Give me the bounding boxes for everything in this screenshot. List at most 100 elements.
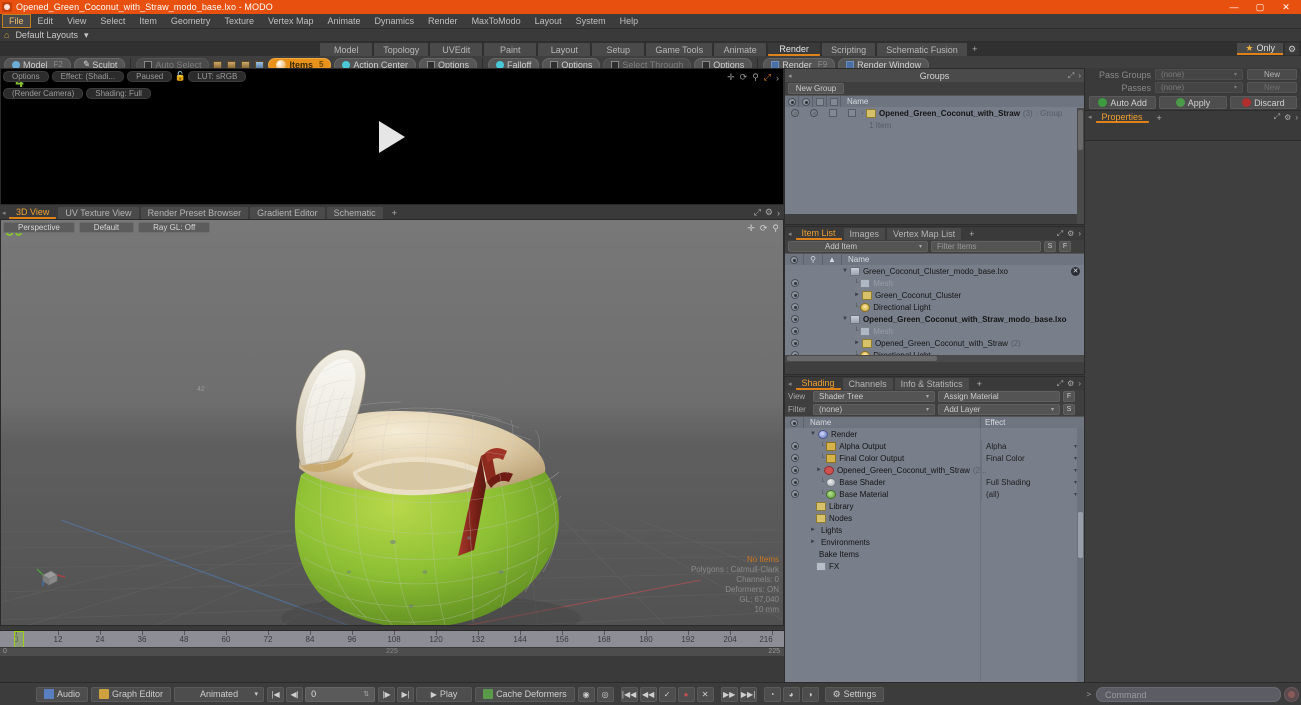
tab-vertex-map-list[interactable]: Vertex Map List [887,228,962,240]
home-icon[interactable]: ⌂ [4,30,9,40]
tab-animate[interactable]: Animate [714,43,767,56]
list-item[interactable]: └ Directional Light [785,301,1084,313]
key-mode-button[interactable]: ◕ [782,686,800,702]
list-item[interactable]: └ Mesh [785,325,1084,337]
ik-toggle-button[interactable]: ◉ [577,686,595,702]
eye-icon[interactable] [785,253,804,266]
tab-schematic-fusion[interactable]: Schematic Fusion [877,43,967,56]
shading-s-button[interactable]: S [1063,404,1075,415]
tab-properties[interactable]: Properties [1095,112,1149,123]
chevron-down-icon[interactable]: ▾ [1051,406,1054,413]
fk-toggle-button[interactable]: ◎ [596,686,614,702]
shader-row[interactable]: └ Alpha Output Alpha ▾ [785,440,1084,452]
create-key-button[interactable]: ✓ [658,686,676,702]
auto-add-button[interactable]: Auto Add [1089,96,1157,109]
effect-cell[interactable]: (all) ▾ [981,488,1080,500]
row-eye-toggle[interactable] [785,440,804,452]
expand-icon[interactable]: ⤢ [754,207,761,218]
preview-options-button[interactable]: Options [3,71,49,82]
expand-icon[interactable]: ⤢ [1057,379,1063,389]
row-select-toggle[interactable] [842,107,861,119]
groups-list-body[interactable]: ↓ Opened_Green_Coconut_with_Straw (3) : … [785,107,1084,214]
add-tab-button[interactable]: + [1151,112,1168,123]
render-preview-viewport[interactable]: 4 Options Effect: (Shadi... Paused 🔓 LUT… [0,68,784,205]
move-icon[interactable]: ✛ [747,223,755,234]
tab-shading[interactable]: Shading [795,378,841,390]
refresh-icon[interactable]: ⟳ [760,223,768,234]
shading-list-body[interactable]: ▼ Render └ Alpha Output Alpha ▾ └ Final … [785,428,1084,694]
key-filter-button[interactable]: ◑ [801,686,819,702]
refresh-icon[interactable]: ⟳ [740,72,748,83]
tab-item-list[interactable]: Item List [795,228,842,240]
render-icon[interactable] [799,95,813,108]
tab-layout[interactable]: Layout [538,43,591,56]
menu-item-render[interactable]: Render [421,14,465,28]
tab-channels[interactable]: Channels [842,378,893,390]
menu-item-texture[interactable]: Texture [217,14,261,28]
settings-button[interactable]: ⚙ Settings [824,686,885,702]
groups-scrollbar-vertical[interactable] [1077,108,1084,224]
chevron-down-icon[interactable]: ▾ [926,393,929,400]
assign-material-button[interactable]: Assign Material [938,391,1060,402]
chevron-down-icon[interactable]: ▾ [1234,84,1237,91]
expand-icon[interactable]: ⤢ [1274,112,1280,122]
eye-icon[interactable] [785,416,804,429]
pass-groups-select[interactable]: (none) ▾ [1155,69,1243,80]
menu-item-help[interactable]: Help [613,14,646,28]
preview-lut-button[interactable]: LUT: sRGB [188,71,247,82]
tab-paint[interactable]: Paint [484,43,537,56]
tab-render[interactable]: Render [768,43,821,56]
row-eye-toggle[interactable] [785,476,804,488]
viewport-tab-3d-view[interactable]: 3D View [9,207,57,219]
step-forward-button[interactable]: |▶ [378,686,396,702]
tab-setup[interactable]: Setup [592,43,645,56]
table-row[interactable]: ↓ Opened_Green_Coconut_with_Straw (3) : … [785,107,1084,119]
menu-item-dynamics[interactable]: Dynamics [368,14,422,28]
eye-icon[interactable] [785,95,799,108]
chevron-down-icon[interactable]: ▾ [919,243,922,250]
collapse-icon[interactable]: ◂ [785,227,795,240]
expand-icon[interactable]: ⤢ [764,72,771,83]
collapse-icon[interactable]: ◂ [1085,111,1095,123]
viewport-raygl-button[interactable]: Ray GL: Off [138,222,211,233]
shader-row[interactable]: Nodes [785,512,1084,524]
item-list-body[interactable]: ▼ Green_Coconut_Cluster_modo_base.lxo ✕ … [785,265,1084,362]
disclosure-icon[interactable]: ► [816,467,822,473]
shader-row[interactable]: ► Environments [785,536,1084,548]
animated-select[interactable]: Animated ▾ [174,686,265,702]
list-item[interactable]: ▼ Opened_Green_Coconut_with_Straw_modo_b… [785,313,1084,325]
frame-field[interactable]: 0 ⇅ [305,686,376,702]
chevron-down-icon[interactable]: ▾ [926,406,929,413]
list-item[interactable]: ► Green_Coconut_Cluster [785,289,1084,301]
viewport-add-tab-button[interactable]: + [385,207,404,219]
item-list-scrollbar-horizontal[interactable] [785,355,1084,362]
viewport-tab-gradient-editor[interactable]: Gradient Editor [250,207,325,219]
effect-cell[interactable]: Alpha ▾ [981,440,1080,452]
chevron-right-icon[interactable]: › [1295,113,1298,122]
new-pass-button[interactable]: New [1247,82,1297,93]
gear-icon[interactable]: ⚙ [1285,43,1299,55]
row-eye-toggle[interactable] [785,452,804,464]
chevron-right-icon[interactable]: › [1078,379,1081,388]
chevron-right-icon[interactable]: › [1078,71,1081,81]
play-button[interactable]: ▶ Play [416,686,473,702]
row-render-toggle[interactable] [804,107,823,119]
prev-key-button[interactable]: |◀◀ [620,686,638,702]
close-icon[interactable]: ✕ [1071,266,1080,276]
effect-cell[interactable]: ▾ [981,464,1080,476]
preview-paused-button[interactable]: Paused [127,71,173,82]
menu-item-select[interactable]: Select [93,14,132,28]
viewport-shading-preset-button[interactable]: Default [78,222,135,233]
tab-uvedit[interactable]: UVEdit [430,43,483,56]
close-button[interactable]: ✕ [1273,0,1299,14]
tab-images[interactable]: Images [843,228,886,240]
chevron-right-icon[interactable]: › [776,73,779,83]
shader-row[interactable]: ▼ Render [785,428,1084,440]
audio-button[interactable]: Audio [36,686,89,702]
effect-cell[interactable]: Full Shading ▾ [981,476,1080,488]
maximize-button[interactable]: ▢ [1247,0,1273,14]
menu-item-vertex-map[interactable]: Vertex Map [261,14,321,28]
graph-editor-button[interactable]: Graph Editor [91,686,172,702]
chevron-right-icon[interactable]: › [777,208,780,218]
effect-cell[interactable]: Final Color ▾ [981,452,1080,464]
